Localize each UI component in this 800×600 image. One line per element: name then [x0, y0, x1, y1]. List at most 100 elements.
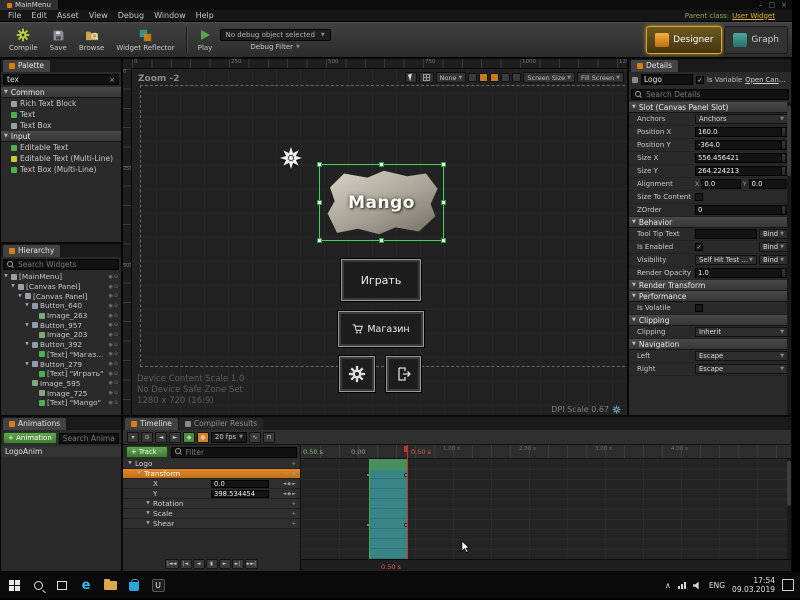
timeline-tool-icon[interactable]: ◄: [155, 432, 167, 443]
details-search-input[interactable]: [646, 90, 785, 99]
curve-editor-icon[interactable]: ∿: [249, 432, 261, 443]
visibility-icon[interactable]: ◉⊙: [108, 400, 119, 406]
track-filter[interactable]: [171, 447, 298, 458]
clear-search-icon[interactable]: ×: [109, 76, 115, 84]
transport-button[interactable]: ◄: [193, 559, 205, 569]
palette-item[interactable]: Text Box: [1, 120, 121, 131]
transport-button[interactable]: ►|: [232, 559, 244, 569]
canvas-shop-button[interactable]: Магазин: [338, 311, 424, 347]
nav-right-dropdown[interactable]: Escape▼: [695, 364, 788, 374]
track-value[interactable]: 398.534454: [211, 490, 269, 498]
track-row[interactable]: ▼ Y 398.534454 ◄◆►: [123, 489, 300, 499]
expander-icon[interactable]: ▼: [24, 362, 30, 367]
details-scrollbar[interactable]: [787, 102, 791, 415]
debug-filter[interactable]: Debug Filter ▼: [250, 43, 299, 51]
timeline-tool-icon[interactable]: ►: [169, 432, 181, 443]
snap-toggle-icon[interactable]: ⊓: [263, 432, 275, 443]
expander-icon[interactable]: ▼: [127, 461, 133, 466]
menu-item[interactable]: Help: [191, 11, 219, 20]
expander-icon[interactable]: ▼: [3, 274, 9, 279]
tooltip-input[interactable]: [695, 229, 757, 239]
palette-item[interactable]: Editable Text: [1, 142, 121, 153]
playback-end-line[interactable]: [407, 445, 408, 571]
canvas-settings-button[interactable]: [339, 356, 375, 392]
hierarchy-row[interactable]: ▼ Button_279 ◉⊙: [1, 359, 121, 369]
track-row[interactable]: ▼ Transform + ◆: [123, 469, 300, 479]
spinner[interactable]: [781, 269, 785, 277]
palette-item[interactable]: Editable Text (Multi-Line): [1, 153, 121, 164]
expander-icon[interactable]: ▼: [24, 323, 30, 328]
nav-left-dropdown[interactable]: Escape▼: [695, 351, 788, 361]
visibility-icon[interactable]: ◉⊙: [108, 274, 119, 280]
respect-locks-icon[interactable]: [490, 73, 499, 82]
start-button[interactable]: [2, 574, 26, 596]
section-slot[interactable]: ▼Slot (Canvas Panel Slot): [629, 102, 791, 113]
visibility-icon[interactable]: ◉⊙: [108, 361, 119, 367]
hierarchy-row[interactable]: ▼ [Canvas Panel] ◉⊙: [1, 282, 121, 292]
section-behavior[interactable]: ▼Behavior: [629, 217, 791, 228]
store-button[interactable]: [122, 574, 146, 596]
widget-name-input[interactable]: [641, 74, 693, 85]
menu-item[interactable]: Debug: [113, 11, 149, 20]
file-explorer-button[interactable]: [98, 574, 122, 596]
resize-handle[interactable]: [379, 162, 384, 167]
size-x-input[interactable]: 556.456421: [695, 153, 788, 163]
preview-toggle-icon[interactable]: [468, 73, 477, 82]
tab-palette[interactable]: Palette: [3, 60, 50, 72]
palette-search-input[interactable]: [7, 75, 106, 84]
visibility-icon[interactable]: ◉⊙: [108, 380, 119, 386]
save-button[interactable]: Save: [45, 24, 72, 56]
fps-dropdown[interactable]: 20 fps▼: [211, 432, 247, 443]
resize-handle[interactable]: [441, 162, 446, 167]
animation-item[interactable]: LogoAnim: [1, 446, 121, 457]
anchor-medallion-icon[interactable]: [280, 147, 302, 169]
hierarchy-row[interactable]: ▼ [Text] "Играть" ◉⊙: [1, 369, 121, 379]
edge-button[interactable]: e: [74, 574, 98, 596]
fill-screen-dropdown[interactable]: Fill Screen▼: [577, 72, 624, 83]
visibility-icon[interactable]: ◉⊙: [108, 303, 119, 309]
browse-button[interactable]: Browse: [74, 24, 110, 56]
keyframe-controls[interactable]: +: [271, 511, 297, 517]
unreal-app-button[interactable]: U: [146, 574, 170, 596]
expander-icon[interactable]: ▼: [17, 294, 23, 299]
debug-object-dropdown[interactable]: No debug object selected ▼: [220, 29, 331, 41]
hierarchy-row[interactable]: ▼ [Text] "Mango" ◉⊙: [1, 398, 121, 408]
animations-search-input[interactable]: [63, 434, 115, 443]
menu-item[interactable]: Asset: [52, 11, 84, 20]
clipping-dropdown[interactable]: Inherit▼: [695, 327, 788, 337]
hierarchy-search[interactable]: [3, 259, 119, 270]
palette-item[interactable]: Rich Text Block: [1, 98, 121, 109]
track-row[interactable]: ▼ Scale +: [123, 509, 300, 519]
transport-button[interactable]: ►: [219, 559, 231, 569]
expander-icon[interactable]: ▼: [136, 471, 142, 476]
keyframe-controls[interactable]: +: [271, 521, 297, 527]
clock[interactable]: 17:54 09.03.2019: [732, 576, 775, 594]
tray-caret-icon[interactable]: ∧: [665, 581, 671, 590]
hierarchy-row[interactable]: ▼ Image_595 ◉⊙: [1, 379, 121, 389]
section-navigation[interactable]: ▼Navigation: [629, 339, 791, 350]
animation-range-band[interactable]: [369, 459, 407, 559]
timeline-tool-icon[interactable]: ⊙: [141, 432, 153, 443]
track-row[interactable]: ▼ Rotation +: [123, 499, 300, 509]
visibility-icon[interactable]: ◉⊙: [108, 322, 119, 328]
expander-icon[interactable]: ▼: [24, 303, 30, 308]
menu-item[interactable]: Edit: [26, 11, 52, 20]
visibility-icon[interactable]: ◉⊙: [108, 332, 119, 338]
menu-item[interactable]: Window: [149, 11, 191, 20]
end-marker-flag[interactable]: [404, 446, 408, 452]
visibility-icon[interactable]: ◉⊙: [108, 351, 119, 357]
position-x-input[interactable]: 160.0: [695, 127, 788, 137]
dpi-settings-gear-icon[interactable]: [612, 405, 621, 414]
is-enabled-bind-button[interactable]: Bind▼: [759, 242, 788, 252]
visibility-icon[interactable]: ◉⊙: [108, 293, 119, 299]
outline-toggle-icon[interactable]: [479, 73, 488, 82]
snap-dropdown[interactable]: None▼: [436, 72, 467, 83]
hierarchy-row[interactable]: ▼ Button_392 ◉⊙: [1, 340, 121, 350]
tab-hierarchy[interactable]: Hierarchy: [3, 245, 60, 257]
track-row[interactable]: ▼ Shear +: [123, 519, 300, 529]
spinner[interactable]: [781, 206, 785, 214]
network-icon[interactable]: [678, 582, 686, 589]
resize-handle[interactable]: [317, 238, 322, 243]
search-button[interactable]: [26, 574, 50, 596]
widget-reflector-button[interactable]: Widget Reflector: [111, 24, 179, 56]
